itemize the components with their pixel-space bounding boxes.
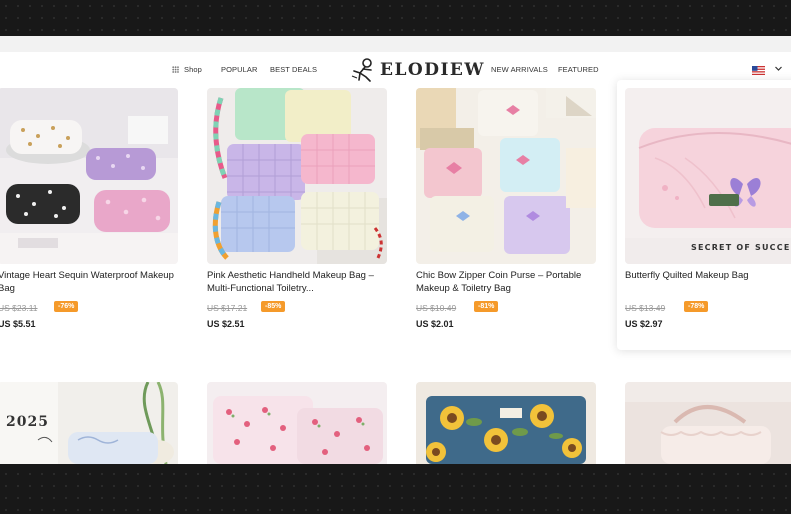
product-card[interactable]: SECRET OF SUCCE Butterfly Quilted Makeup… [617, 80, 791, 350]
product-image[interactable] [416, 382, 596, 464]
image-caption: SECRET OF SUCCE [691, 243, 791, 252]
discount-badge: -81% [474, 301, 499, 312]
store-page: Shop POPULAR BEST DEALS ELODIEW NEW ARRI… [0, 36, 791, 464]
nav-shop-label: Shop [184, 65, 202, 74]
nav-new-arrivals[interactable]: NEW ARRIVALS [491, 65, 548, 74]
product-image[interactable] [207, 382, 387, 464]
sale-price: US $2.01 [416, 319, 454, 329]
sale-price: US $5.51 [0, 319, 36, 329]
product-card[interactable] [625, 382, 791, 464]
product-image[interactable] [0, 88, 178, 264]
discount-badge: -85% [261, 301, 286, 312]
product-image[interactable]: 2025 [0, 382, 178, 464]
product-card[interactable] [416, 382, 596, 464]
sale-price: US $2.97 [625, 319, 663, 329]
product-card[interactable]: 2025 [0, 382, 178, 464]
product-image[interactable] [416, 88, 596, 264]
product-image[interactable] [207, 88, 387, 264]
product-image[interactable]: SECRET OF SUCCE [625, 88, 791, 264]
skeleton-mascot-icon [351, 58, 372, 82]
original-price: US $17.21 [207, 303, 248, 313]
product-card[interactable]: Chic Bow Zipper Coin Purse – Portable Ma… [416, 88, 596, 338]
nav-featured[interactable]: FEATURED [558, 65, 599, 74]
product-card[interactable]: Pink Aesthetic Handheld Makeup Bag – Mul… [207, 88, 387, 338]
calendar-year-text: 2025 [6, 414, 49, 430]
product-title[interactable]: Pink Aesthetic Handheld Makeup Bag – Mul… [207, 269, 383, 295]
product-card[interactable] [207, 382, 387, 464]
original-price: US $23.11 [0, 303, 38, 313]
product-title[interactable]: Butterfly Quilted Makeup Bag [625, 269, 791, 282]
product-title[interactable]: Chic Bow Zipper Coin Purse – Portable Ma… [416, 269, 592, 295]
product-image[interactable] [625, 382, 791, 464]
nav-best-deals[interactable]: BEST DEALS [270, 65, 317, 74]
product-title[interactable]: Vintage Heart Sequin Waterproof Makeup B… [0, 269, 174, 295]
chevron-down-icon[interactable] [774, 64, 783, 75]
discount-badge: -76% [54, 301, 79, 312]
top-strip [0, 36, 791, 52]
grid-icon [172, 66, 179, 73]
discount-badge: -78% [684, 301, 709, 312]
logo-text: ELODIEW [380, 60, 485, 80]
brand-logo[interactable]: ELODIEW [350, 58, 485, 82]
nav-popular[interactable]: POPULAR [221, 65, 258, 74]
original-price: US $10.49 [416, 303, 457, 313]
us-flag-icon[interactable] [752, 66, 765, 75]
product-card[interactable]: Vintage Heart Sequin Waterproof Makeup B… [0, 88, 178, 338]
sale-price: US $2.51 [207, 319, 245, 329]
nav-shop[interactable]: Shop [172, 65, 202, 74]
original-price: US $13.49 [625, 303, 666, 313]
